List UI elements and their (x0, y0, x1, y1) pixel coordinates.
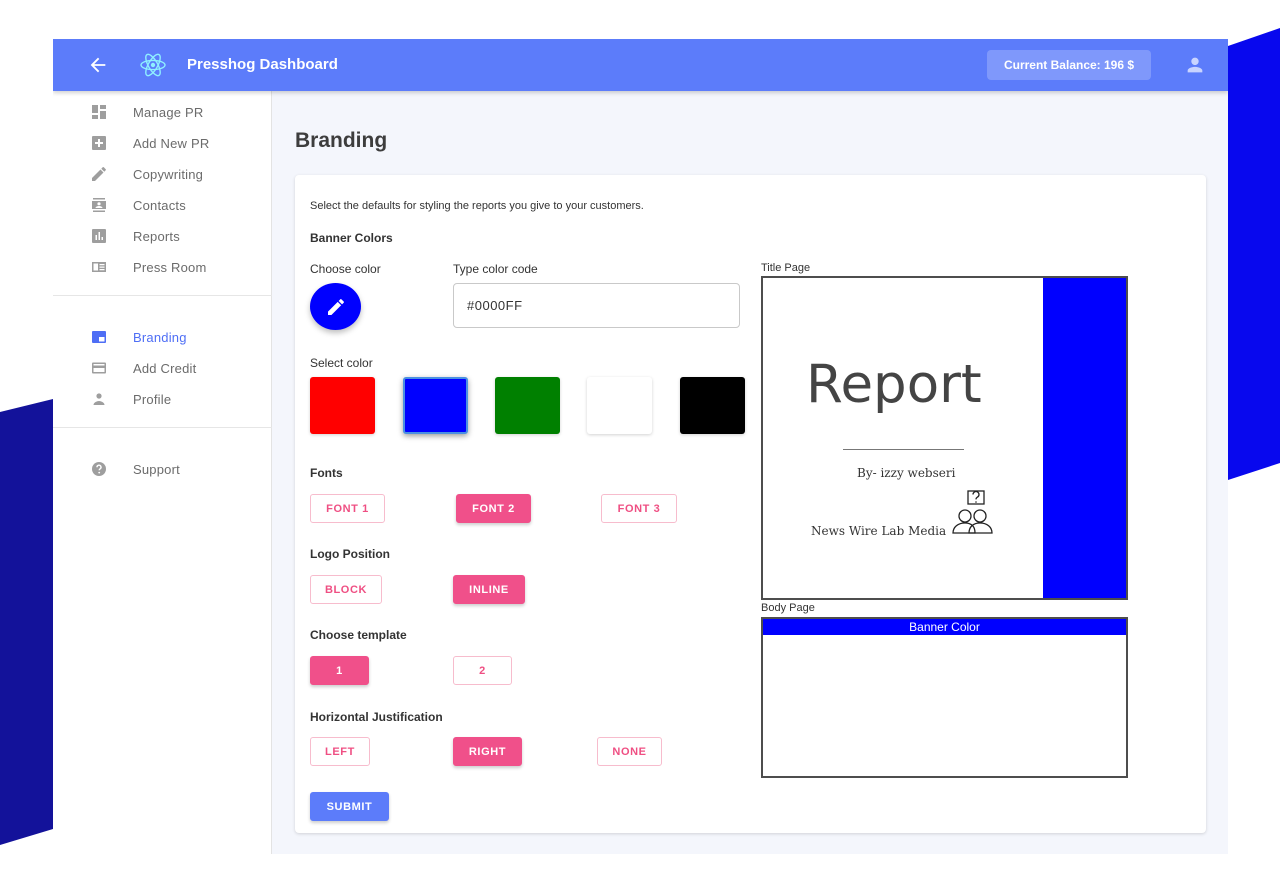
sidebar-item-contacts[interactable]: Contacts (53, 190, 272, 220)
dashboard-icon (92, 105, 106, 119)
block-button[interactable]: BLOCK (310, 575, 382, 604)
body-page-preview: Banner Color (761, 617, 1128, 778)
type-color-code-label: Type color code (453, 262, 538, 276)
sidebar-item-label: Profile (133, 391, 172, 407)
company-logo-icon (952, 490, 993, 534)
sidebar-item-label: Add Credit (133, 360, 197, 376)
inline-button[interactable]: INLINE (453, 575, 525, 604)
bar-chart-icon (92, 229, 106, 243)
font-1-button[interactable]: FONT 1 (310, 494, 385, 523)
sidebar-item-label: Add New PR (133, 135, 210, 151)
back-arrow-icon[interactable] (87, 53, 109, 77)
title-page-label: Title Page (761, 262, 811, 274)
sidebar-item-profile[interactable]: Profile (53, 384, 272, 414)
sidebar-item-label: Press Room (133, 259, 207, 275)
none-button[interactable]: NONE (597, 737, 662, 766)
choose-color-label: Choose color (310, 262, 381, 276)
sidebar: Manage PR Add New PR Copywriting Contact… (53, 91, 272, 854)
select-color-label: Select color (310, 356, 373, 370)
color-swatch-red[interactable] (310, 377, 375, 434)
color-swatch-black[interactable] (680, 377, 745, 434)
title-page-banner (1043, 278, 1126, 598)
app-window: Presshog Dashboard Current Balance: 196 … (53, 39, 1228, 854)
submit-button[interactable]: SUBMIT (310, 792, 389, 821)
left-button[interactable]: LEFT (310, 737, 370, 766)
right-decoration-shape (1228, 28, 1280, 480)
color-swatch-green[interactable] (495, 377, 560, 434)
report-divider (843, 449, 964, 450)
color-swatch-white[interactable] (587, 377, 652, 434)
font-2-button[interactable]: FONT 2 (456, 494, 531, 523)
sidebar-item-copywriting[interactable]: Copywriting (53, 159, 272, 189)
horizontal-justification-label: Horizontal Justification (310, 710, 443, 724)
contacts-icon (92, 198, 106, 212)
sidebar-item-manage-pr[interactable]: Manage PR (53, 97, 272, 127)
help-icon (92, 462, 106, 476)
sidebar-item-press-room[interactable]: Press Room (53, 252, 272, 282)
color-code-input[interactable] (453, 283, 740, 328)
body-page-label: Body Page (761, 602, 815, 614)
report-company-text: News Wire Lab Media (811, 524, 947, 538)
title-page-preview: Report By- izzy webseri News Wire Lab Me… (761, 276, 1128, 600)
credit-card-icon (92, 362, 106, 374)
sidebar-item-label: Branding (133, 329, 187, 345)
banner-colors-label: Banner Colors (310, 231, 393, 245)
intro-text: Select the defaults for styling the repo… (310, 200, 644, 212)
fonts-label: Fonts (310, 466, 343, 480)
sidebar-item-add-credit[interactable]: Add Credit (53, 353, 272, 383)
react-logo-icon (140, 53, 166, 77)
add-box-icon (92, 136, 106, 150)
color-swatch-blue[interactable] (403, 377, 468, 434)
right-button[interactable]: RIGHT (453, 737, 522, 766)
choose-template-label: Choose template (310, 628, 407, 642)
sidebar-item-label: Contacts (133, 197, 186, 213)
logo-position-label: Logo Position (310, 547, 390, 561)
account-icon[interactable] (1184, 54, 1206, 76)
sidebar-divider (53, 427, 272, 428)
branding-icon (92, 331, 106, 343)
current-balance-badge: Current Balance: 196 $ (987, 50, 1151, 80)
template-2-button[interactable]: 2 (453, 656, 512, 685)
sidebar-item-branding[interactable]: Branding (53, 322, 272, 352)
sidebar-item-label: Copywriting (133, 166, 204, 182)
body-page-banner: Banner Color (763, 619, 1126, 635)
sidebar-divider (53, 295, 272, 296)
pencil-icon (92, 167, 106, 181)
report-author-text: By- izzy webseri (857, 466, 956, 480)
color-picker-button[interactable] (310, 283, 361, 330)
sidebar-item-reports[interactable]: Reports (53, 221, 272, 251)
sidebar-item-support[interactable]: Support (53, 454, 272, 484)
template-1-button[interactable]: 1 (310, 656, 369, 685)
left-decoration-shape (0, 399, 53, 845)
app-bar: Presshog Dashboard Current Balance: 196 … (53, 39, 1228, 91)
person-icon (93, 393, 105, 405)
font-3-button[interactable]: FONT 3 (601, 494, 677, 523)
report-title-text: Report (806, 354, 982, 415)
page-title: Branding (295, 129, 388, 152)
app-title: Presshog Dashboard (187, 56, 338, 73)
pencil-icon (327, 298, 344, 315)
newspaper-icon (92, 262, 106, 272)
sidebar-item-label: Reports (133, 228, 180, 244)
sidebar-item-add-new-pr[interactable]: Add New PR (53, 128, 272, 158)
sidebar-item-label: Manage PR (133, 104, 204, 120)
sidebar-item-label: Support (133, 461, 180, 477)
branding-card: Select the defaults for styling the repo… (295, 175, 1206, 833)
